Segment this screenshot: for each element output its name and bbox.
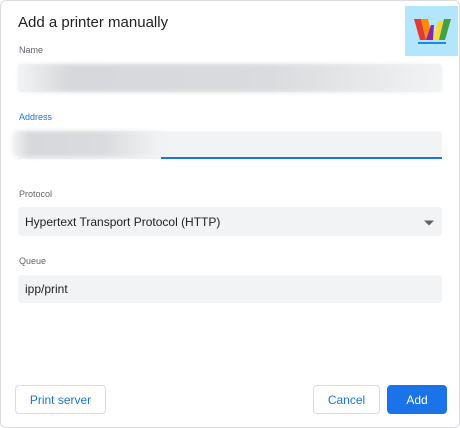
dialog-title: Add a printer manually — [18, 14, 169, 31]
address-field[interactable] — [12, 131, 442, 159]
protocol-label: Protocol — [19, 189, 53, 199]
address-redaction — [12, 131, 162, 157]
add-button[interactable]: Add — [387, 385, 447, 414]
add-printer-dialog: Add a printer manually Name Address Prot… — [0, 0, 460, 428]
w-logo-icon — [405, 6, 458, 56]
queue-field[interactable]: ipp/print — [18, 275, 442, 303]
print-server-button[interactable]: Print server — [15, 385, 106, 414]
cancel-button[interactable]: Cancel — [313, 385, 380, 414]
protocol-value: Hypertext Transport Protocol (HTTP) — [25, 214, 221, 229]
name-label: Name — [19, 45, 44, 55]
name-field[interactable] — [18, 64, 442, 92]
queue-label: Queue — [19, 256, 47, 266]
arrow-drop-down-icon — [424, 220, 434, 225]
address-label: Address — [19, 112, 53, 122]
name-redaction — [18, 64, 442, 92]
protocol-select[interactable]: Hypertext Transport Protocol (HTTP) — [18, 207, 442, 236]
address-focus-underline — [161, 157, 442, 159]
queue-value: ipp/print — [25, 282, 68, 296]
